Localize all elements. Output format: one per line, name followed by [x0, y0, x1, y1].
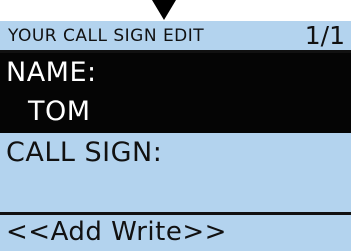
name-field-row[interactable]: NAME: TOM: [0, 53, 351, 133]
screen-header: YOUR CALL SIGN EDIT 1/1: [0, 21, 351, 50]
name-field-label: NAME:: [6, 57, 97, 88]
add-write-label: <<Add Write>>: [6, 217, 227, 247]
down-arrow-icon: [152, 0, 176, 20]
lcd-screen: YOUR CALL SIGN EDIT 1/1 NAME: TOM CALL S…: [0, 21, 351, 251]
screen-title: YOUR CALL SIGN EDIT: [8, 26, 205, 46]
callsign-field-label: CALL SIGN:: [6, 137, 163, 168]
add-write-item[interactable]: <<Add Write>>: [0, 215, 351, 251]
name-field-value: TOM: [28, 96, 91, 127]
page-indicator: 1/1: [304, 21, 345, 50]
callsign-field-row[interactable]: CALL SIGN:: [0, 133, 351, 211]
